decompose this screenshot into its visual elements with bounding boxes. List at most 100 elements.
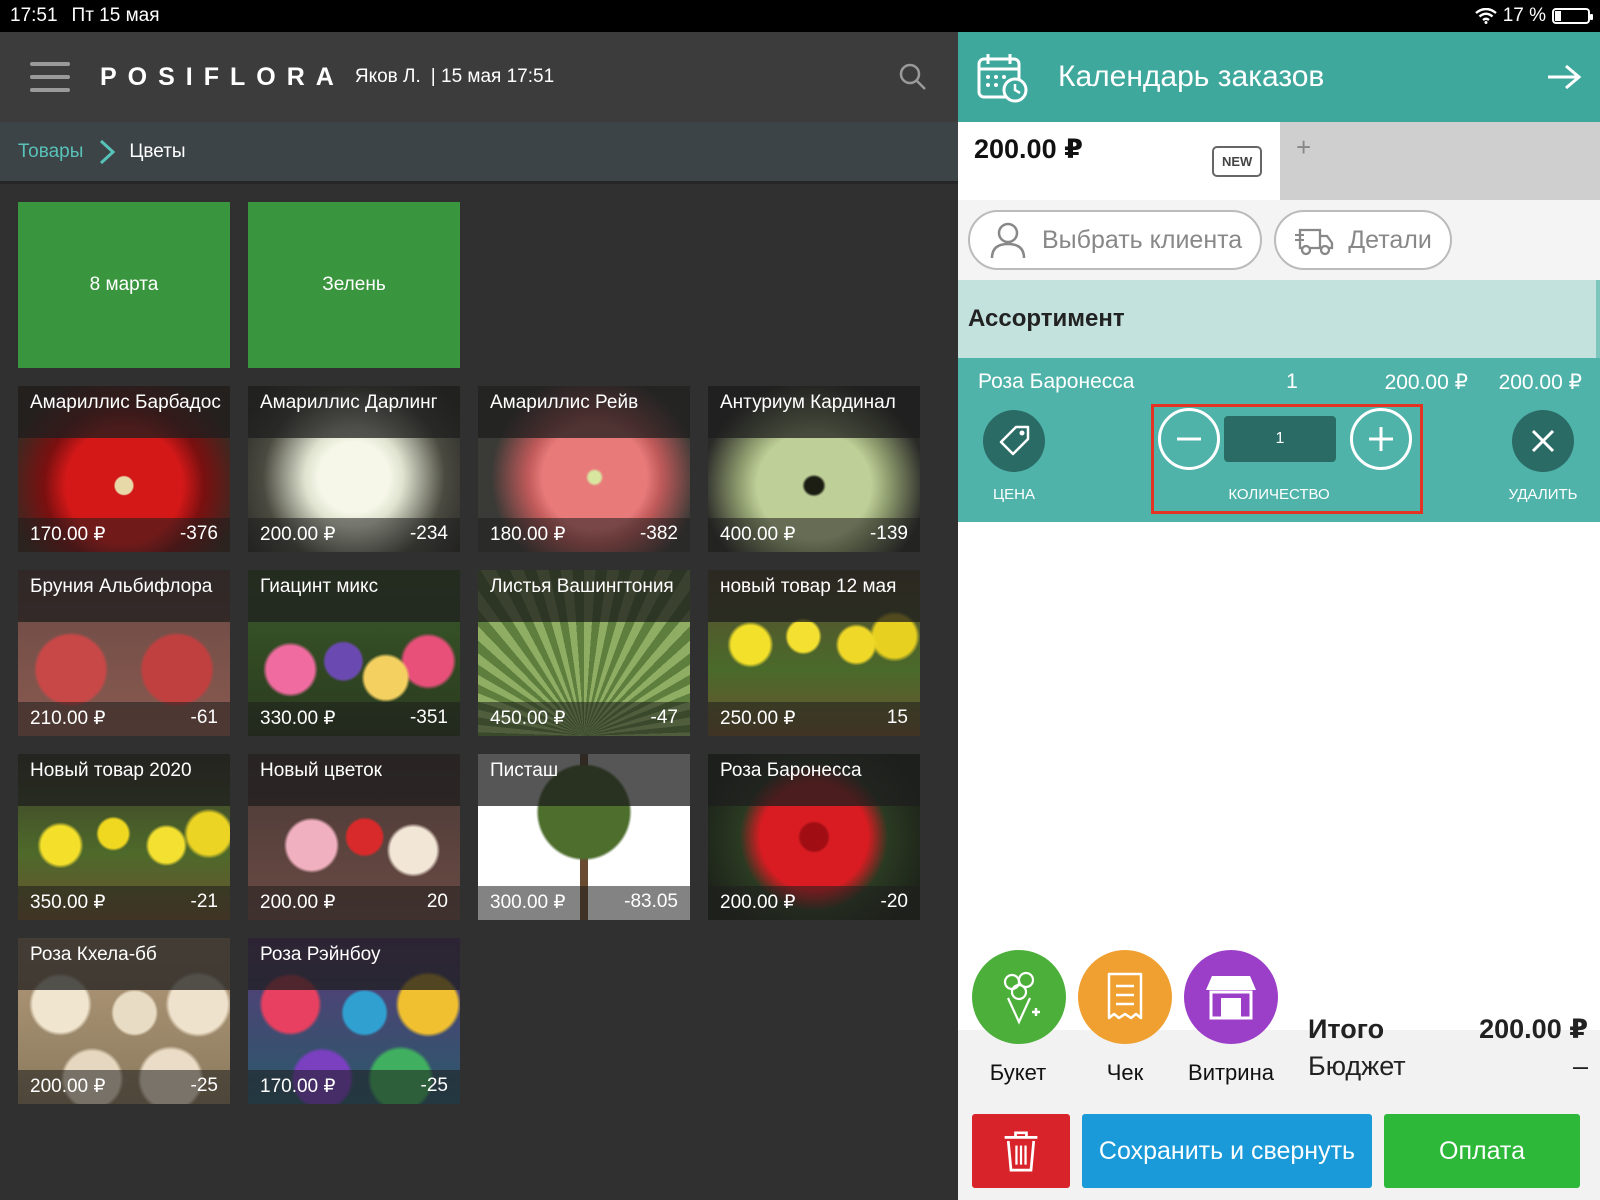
- item-total: 200.00 ₽: [1498, 371, 1582, 394]
- truck-icon: [1295, 228, 1334, 256]
- menu-icon[interactable]: [30, 62, 70, 92]
- product-stock: -351: [409, 707, 448, 728]
- logo: POSIFLORA: [100, 62, 345, 91]
- delete-order-button[interactable]: [972, 1114, 1070, 1188]
- bouquet-label: Букет: [989, 1060, 1047, 1085]
- product-price: 200.00 ₽: [30, 1076, 106, 1097]
- budget-value: –: [1572, 1051, 1588, 1081]
- product-price: 400.00 ₽: [720, 524, 796, 545]
- total-label: Итого: [1308, 1014, 1385, 1044]
- order-tab-current[interactable]: 200.00 ₽ NEW: [958, 122, 1280, 200]
- product-tile[interactable]: Амариллис Дарлинг 200.00 ₽ -234: [248, 386, 460, 552]
- product-footer: 350.00 ₽ -21: [18, 886, 230, 920]
- battery-percent: 17 %: [1502, 5, 1546, 26]
- product-name: Амариллис Барбадос: [18, 386, 230, 438]
- category-label: 8 марта: [89, 274, 159, 295]
- order-item[interactable]: Роза Баронесса 1 200.00 ₽ 200.00 ₽ ЦЕНА …: [958, 358, 1600, 522]
- category-label: Зелень: [322, 274, 386, 295]
- product-tile[interactable]: Новый цветок 200.00 ₽ 20: [248, 754, 460, 920]
- select-client-label: Выбрать клиента: [1042, 225, 1243, 254]
- add-order-tab[interactable]: +: [1280, 122, 1600, 200]
- plus-icon: [1369, 427, 1393, 451]
- product-price: 250.00 ₽: [720, 708, 796, 729]
- product-footer: 250.00 ₽ 15: [708, 702, 920, 736]
- product-footer: 330.00 ₽ -351: [248, 702, 460, 736]
- save-and-collapse-button[interactable]: Сохранить и свернуть: [1082, 1114, 1372, 1188]
- product-tile[interactable]: Писташ 300.00 ₽ -83.05: [478, 754, 690, 920]
- product-tile[interactable]: Роза Рэйнбоу 170.00 ₽ -25: [248, 938, 460, 1104]
- search-icon[interactable]: [898, 62, 928, 92]
- order-calendar-title: Календарь заказов: [1058, 60, 1325, 93]
- breadcrumb-products[interactable]: Товары: [18, 141, 83, 163]
- category-tile-greens[interactable]: Зелень: [248, 202, 460, 368]
- category-tile-march8[interactable]: 8 марта: [18, 202, 230, 368]
- product-name: Бруния Альбифлора: [18, 570, 230, 622]
- product-tile[interactable]: Новый товар 2020 350.00 ₽ -21: [18, 754, 230, 920]
- product-name: Новый товар 2020: [18, 754, 230, 806]
- product-stock: -376: [179, 523, 218, 544]
- order-tabs: 200.00 ₽ NEW +: [958, 122, 1600, 200]
- pay-button[interactable]: Оплата: [1384, 1114, 1580, 1188]
- product-tile[interactable]: Гиацинт микс 330.00 ₽ -351: [248, 570, 460, 736]
- session-info: | 15 мая 17:51: [430, 66, 555, 87]
- arrow-right-icon[interactable]: [1546, 62, 1582, 92]
- section-assortment: Ассортимент: [958, 280, 1600, 358]
- product-name: Амариллис Рейв: [478, 386, 690, 438]
- quantity-label: КОЛИЧЕСТВО: [1228, 486, 1330, 503]
- product-footer: 170.00 ₽ -25: [248, 1070, 460, 1104]
- product-stock: 15: [886, 707, 908, 728]
- product-tile[interactable]: Роза Кхела-бб 200.00 ₽ -25: [18, 938, 230, 1104]
- price-label: ЦЕНА: [993, 486, 1035, 503]
- product-footer: 400.00 ₽ -139: [708, 518, 920, 552]
- receipt-button[interactable]: [1078, 950, 1172, 1044]
- product-footer: 180.00 ₽ -382: [478, 518, 690, 552]
- storefront-icon: [1206, 976, 1256, 1020]
- product-stock: -382: [639, 523, 678, 544]
- bouquet-button[interactable]: [972, 950, 1066, 1044]
- chevron-right-icon: [100, 139, 116, 164]
- total-value: 200.00 ₽: [1479, 1014, 1588, 1044]
- delete-item-button[interactable]: [1512, 410, 1574, 472]
- showcase-button[interactable]: [1184, 950, 1278, 1044]
- new-badge: NEW: [1212, 146, 1263, 177]
- receipt-icon: [1107, 972, 1143, 1020]
- price-button[interactable]: [983, 410, 1045, 472]
- product-tile[interactable]: Бруния Альбифлора 210.00 ₽ -61: [18, 570, 230, 736]
- product-price: 170.00 ₽: [30, 524, 106, 545]
- product-tile[interactable]: Листья Вашингтония 450.00 ₽ -47: [478, 570, 690, 736]
- product-tile[interactable]: Антуриум Кардинал 400.00 ₽ -139: [708, 386, 920, 552]
- product-name: Роза Кхела-бб: [18, 938, 230, 990]
- product-name: Роза Рэйнбоу: [248, 938, 460, 990]
- select-client-button[interactable]: Выбрать клиента: [968, 210, 1263, 270]
- product-footer: 200.00 ₽ -20: [708, 886, 920, 920]
- product-footer: 210.00 ₽ -61: [18, 702, 230, 736]
- product-name: Роза Баронесса: [708, 754, 920, 806]
- details-button[interactable]: Детали: [1274, 210, 1452, 270]
- breadcrumb-flowers: Цветы: [129, 140, 186, 162]
- status-bar: 17:51 Пт 15 мая 17 %: [0, 0, 1600, 32]
- product-tile[interactable]: Роза Баронесса 200.00 ₽ -20: [708, 754, 920, 920]
- order-totals: Итого 200.00 ₽ Бюджет –: [1308, 1014, 1588, 1088]
- calendar-clock-icon[interactable]: [976, 51, 1028, 103]
- product-footer: 200.00 ₽ -234: [248, 518, 460, 552]
- product-name: Писташ: [478, 754, 690, 806]
- product-stock: 20: [426, 891, 448, 912]
- product-price: 210.00 ₽: [30, 708, 106, 729]
- tag-icon: [999, 425, 1030, 456]
- product-price: 330.00 ₽: [260, 708, 336, 729]
- product-tile[interactable]: новый товар 12 мая 250.00 ₽ 15: [708, 570, 920, 736]
- product-footer: 200.00 ₽ -25: [18, 1070, 230, 1104]
- product-stock: -21: [190, 891, 218, 912]
- quantity-field[interactable]: 1: [1224, 416, 1336, 462]
- battery-icon: [1552, 8, 1593, 24]
- product-stock: -139: [869, 523, 908, 544]
- product-tile[interactable]: Амариллис Барбадос 170.00 ₽ -376: [18, 386, 230, 552]
- product-tile[interactable]: Амариллис Рейв 180.00 ₽ -382: [478, 386, 690, 552]
- product-price: 350.00 ₽: [30, 892, 106, 913]
- increase-quantity-button[interactable]: [1350, 408, 1412, 470]
- trash-icon: [1004, 1131, 1038, 1172]
- top-bar: POSIFLORA Яков Л. | 15 мая 17:51: [0, 32, 958, 122]
- catalog-panel: POSIFLORA Яков Л. | 15 мая 17:51 Товары …: [0, 32, 958, 1200]
- decrease-quantity-button[interactable]: [1158, 408, 1220, 470]
- item-price: 200.00 ₽: [1384, 371, 1468, 394]
